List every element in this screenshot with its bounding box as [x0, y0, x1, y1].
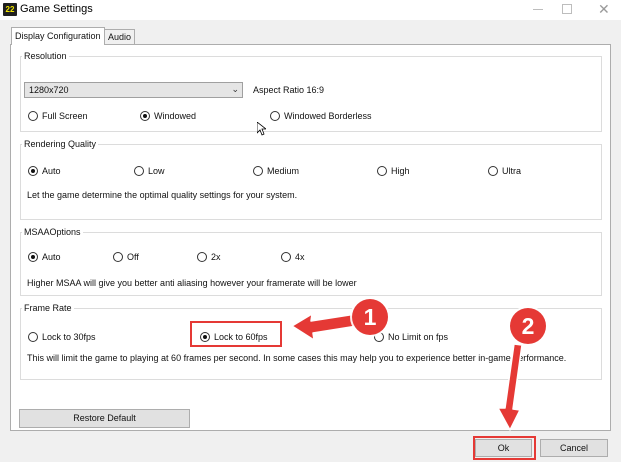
chevron-down-icon: ⌄: [231, 84, 239, 94]
radio-quality-medium[interactable]: Medium: [253, 165, 313, 179]
radio-circle: [197, 252, 207, 262]
radio-label-windowed: Windowed: [154, 111, 197, 121]
msaa-description: Higher MSAA will give you better anti al…: [27, 278, 357, 288]
annotation-badge-2: 2: [510, 308, 546, 344]
radio-label-no-limit-fps: No Limit on fps: [388, 332, 449, 342]
radio-msaa-auto[interactable]: Auto: [28, 251, 78, 265]
close-icon[interactable]: ✕: [598, 1, 610, 17]
radio-msaa-2x[interactable]: 2x: [197, 251, 237, 265]
radio-quality-low[interactable]: Low: [134, 165, 184, 179]
radio-circle: [253, 166, 263, 176]
radio-lock-30fps[interactable]: Lock to 30fps: [28, 331, 118, 345]
radio-quality-high[interactable]: High: [377, 165, 427, 179]
window-title: Game Settings: [20, 3, 93, 15]
radio-windowed-borderless[interactable]: Windowed Borderless: [270, 110, 390, 124]
radio-label-low: Low: [148, 166, 165, 176]
radio-dot: [31, 169, 35, 173]
radio-label-auto: Auto: [42, 166, 61, 176]
radio-label-4x: 4x: [295, 252, 305, 262]
frame-rate-description: This will limit the game to playing at 6…: [27, 353, 567, 363]
radio-label-high: High: [391, 166, 410, 176]
radio-label-lock-30fps: Lock to 30fps: [42, 332, 96, 342]
radio-label-ultra: Ultra: [502, 166, 522, 176]
aspect-ratio-label: Aspect Ratio 16:9: [253, 85, 325, 95]
radio-dot: [143, 114, 147, 118]
radio-circle: [28, 111, 38, 121]
radio-circle: [488, 166, 498, 176]
minimize-icon[interactable]: [533, 9, 543, 10]
radio-circle-selected: [140, 111, 150, 121]
radio-windowed[interactable]: Windowed: [140, 110, 220, 124]
cancel-button[interactable]: Cancel: [540, 439, 608, 457]
radio-full-screen[interactable]: Full Screen: [28, 110, 108, 124]
tab-display-configuration[interactable]: Display Configuration: [11, 27, 105, 45]
radio-circle: [281, 252, 291, 262]
radio-label-off: Off: [127, 252, 139, 262]
annotation-badge-1: 1: [352, 299, 388, 335]
radio-quality-auto[interactable]: Auto: [28, 165, 78, 179]
radio-circle: [113, 252, 123, 262]
resolution-group-label: Resolution: [22, 51, 69, 61]
radio-label-full-screen: Full Screen: [42, 111, 88, 121]
title-bar: 22 Game Settings ✕: [0, 0, 621, 20]
radio-no-limit-fps[interactable]: No Limit on fps: [374, 331, 474, 345]
maximize-icon[interactable]: [562, 4, 572, 14]
radio-circle: [377, 166, 387, 176]
resolution-dropdown[interactable]: 1280x720 ⌄: [24, 82, 243, 98]
radio-msaa-4x[interactable]: 4x: [281, 251, 321, 265]
radio-label-auto: Auto: [42, 252, 61, 262]
rendering-quality-group: [20, 144, 602, 220]
radio-circle: [270, 111, 280, 121]
radio-label-2x: 2x: [211, 252, 221, 262]
restore-default-button[interactable]: Restore Default: [19, 409, 190, 428]
resolution-dropdown-value: 1280x720: [29, 85, 69, 95]
radio-quality-ultra[interactable]: Ultra: [488, 165, 538, 179]
radio-circle: [28, 332, 38, 342]
mouse-cursor-icon: [257, 122, 266, 136]
radio-circle-selected: [28, 252, 38, 262]
rendering-quality-description: Let the game determine the optimal quali…: [27, 190, 298, 200]
radio-circle: [134, 166, 144, 176]
annotation-highlight-box-60fps: [190, 321, 282, 347]
msaa-options-group-label: MSAAOptions: [22, 227, 83, 237]
app-icon: 22: [3, 3, 17, 16]
annotation-highlight-box-ok: [473, 436, 536, 460]
radio-circle-selected: [28, 166, 38, 176]
radio-label-medium: Medium: [267, 166, 300, 176]
rendering-quality-group-label: Rendering Quality: [22, 139, 99, 149]
frame-rate-group-label: Frame Rate: [22, 303, 74, 313]
radio-msaa-off[interactable]: Off: [113, 251, 153, 265]
tab-audio[interactable]: Audio: [104, 29, 136, 44]
radio-dot: [31, 255, 35, 259]
radio-label-windowed-borderless: Windowed Borderless: [284, 111, 372, 121]
